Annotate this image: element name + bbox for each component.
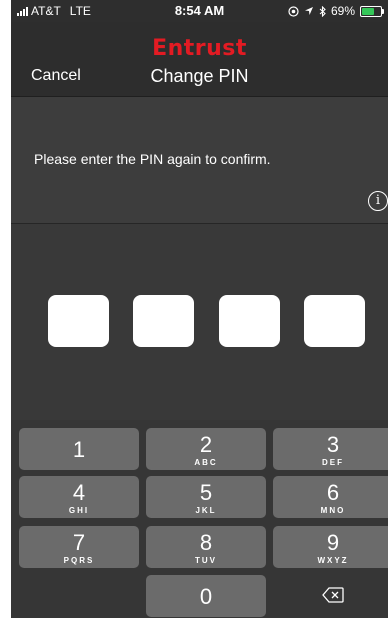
pin-digit-box[interactable] (219, 295, 280, 347)
key-digit: 0 (199, 584, 213, 609)
key-9[interactable]: 9 WXYZ (273, 526, 388, 568)
status-right: 69% (288, 4, 384, 18)
key-letters: MNO (320, 506, 346, 515)
message-area: Please enter the PIN again to confirm. i (11, 97, 388, 245)
location-arrow-icon (304, 7, 313, 15)
key-1[interactable]: 1 (19, 428, 139, 470)
backspace-icon (322, 587, 344, 603)
delete-key[interactable] (273, 575, 388, 617)
pin-entry-area (11, 224, 388, 420)
key-letters: WXYZ (317, 556, 349, 565)
key-digit: 5 (199, 480, 213, 505)
key-letters: GHI (68, 506, 90, 515)
bluetooth-icon (319, 5, 326, 17)
key-3[interactable]: 3 DEF (273, 428, 388, 470)
battery-icon (360, 5, 384, 17)
key-letters: TUV (195, 556, 217, 565)
key-8[interactable]: 8 TUV (146, 526, 266, 568)
battery-fill (362, 7, 374, 15)
pin-digit-box[interactable] (304, 295, 365, 347)
key-digit: 1 (72, 437, 86, 462)
key-0[interactable]: 0 (146, 575, 266, 617)
info-icon[interactable]: i (368, 191, 388, 211)
key-digit: 8 (199, 530, 213, 555)
pin-digit-box[interactable] (133, 295, 194, 347)
key-digit: 9 (326, 530, 340, 555)
key-digit: 7 (72, 530, 86, 555)
key-5[interactable]: 5 JKL (146, 476, 266, 518)
pin-digit-box[interactable] (48, 295, 109, 347)
key-7[interactable]: 7 PQRS (19, 526, 139, 568)
numeric-keypad: 1 2 ABC 3 DEF 4 GHI 5 JKL 6 MNO 7 PQRS 8… (11, 420, 388, 618)
battery-percent: 69% (330, 4, 355, 18)
key-digit: 3 (326, 432, 340, 457)
key-letters: ABC (194, 458, 218, 467)
key-4[interactable]: 4 GHI (19, 476, 139, 518)
app-screen: AT&T LTE 8:54 AM 69% Entrust Cancel Chan… (11, 0, 388, 618)
entrust-logo: Entrust (152, 36, 247, 61)
navigation-bar: Entrust Cancel Change PIN (11, 22, 388, 97)
key-6[interactable]: 6 MNO (273, 476, 388, 518)
key-digit: 6 (326, 480, 340, 505)
key-2[interactable]: 2 ABC (146, 428, 266, 470)
key-digit: 4 (72, 480, 86, 505)
location-lock-icon (288, 5, 299, 17)
page-title: Change PIN (150, 66, 249, 86)
key-letters: JKL (195, 506, 217, 515)
status-bar: AT&T LTE 8:54 AM 69% (11, 0, 388, 22)
confirm-pin-prompt: Please enter the PIN again to confirm. (34, 151, 271, 167)
key-letters: PQRS (63, 556, 95, 565)
key-letters: DEF (322, 458, 344, 467)
key-digit: 2 (199, 432, 213, 457)
